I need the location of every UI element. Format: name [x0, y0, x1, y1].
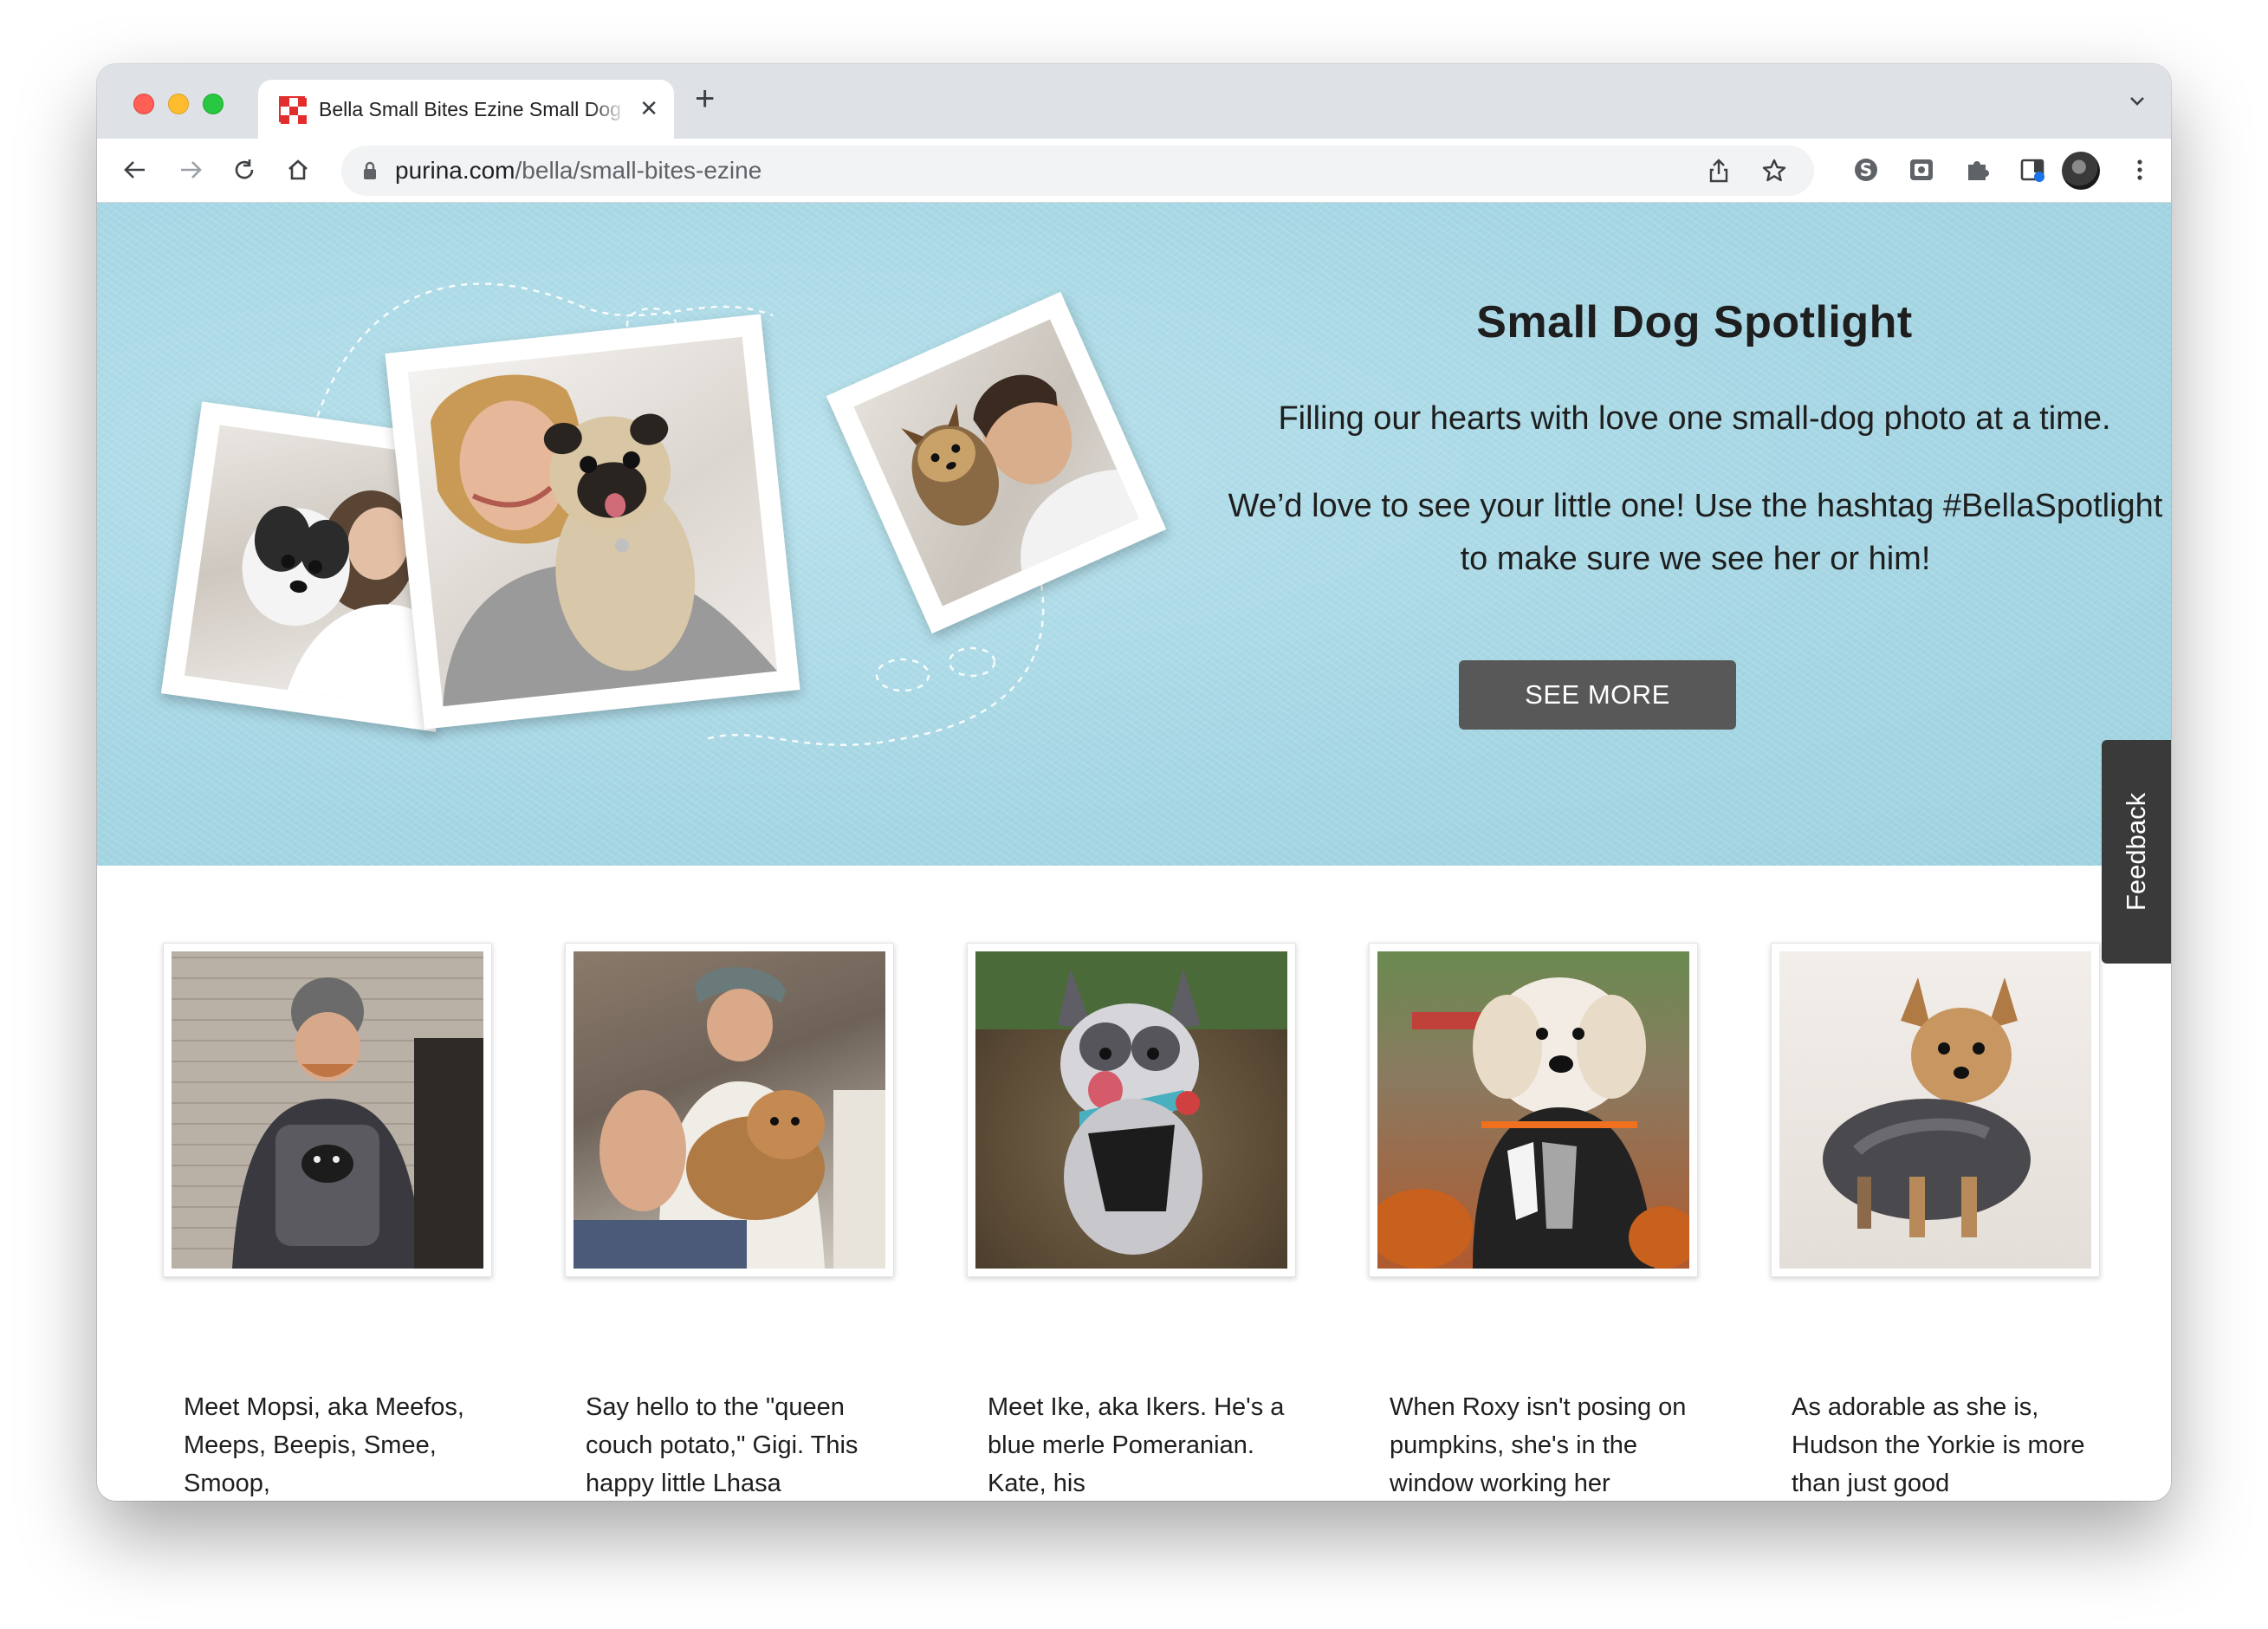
- dog-card-caption: Meet Ike, aka Ikers. He's a blue merle P…: [988, 1393, 1285, 1497]
- tab-title: Bella Small Bites Ezine Small Dog: [319, 97, 621, 120]
- extensions-puzzle-icon[interactable]: [1961, 154, 1993, 185]
- dog-card-photo[interactable]: [565, 943, 894, 1277]
- spotlight-subtitle: Filling our hearts with love one small-d…: [1278, 400, 2111, 437]
- share-icon[interactable]: [1703, 155, 1734, 186]
- browser-window: Bella Small Bites Ezine Small Dog ✕ + pu…: [97, 64, 2171, 1501]
- maximize-window-button[interactable]: [203, 94, 224, 114]
- url-path: /bella/small-bites-ezine: [515, 157, 762, 184]
- feedback-label: Feedback: [2121, 792, 2152, 912]
- tab-search-chevron-icon[interactable]: [2126, 90, 2148, 113]
- tab-strip: Bella Small Bites Ezine Small Dog ✕ +: [97, 64, 2171, 139]
- home-icon[interactable]: [282, 154, 314, 185]
- hudson-photo: [1823, 977, 2031, 1237]
- bookmark-star-icon[interactable]: [1759, 155, 1790, 186]
- svg-text:S: S: [1860, 159, 1872, 180]
- dog-card-photo[interactable]: [163, 943, 492, 1277]
- dog-card-caption: As adorable as she is, Hudson the Yorkie…: [1792, 1393, 2085, 1497]
- purina-checkerboard-icon: [279, 96, 307, 124]
- dog-card-photo[interactable]: [1771, 943, 2100, 1277]
- minimize-window-button[interactable]: [168, 94, 189, 114]
- reading-list-icon[interactable]: [2017, 154, 2048, 185]
- woman-and-pug-photo: [430, 374, 778, 707]
- url-domain: purina.com: [395, 157, 515, 184]
- dog-card-caption: When Roxy isn't posing on pumpkins, she'…: [1390, 1393, 1687, 1497]
- dog-card-caption: Say hello to the "queen couch potato," G…: [586, 1393, 859, 1497]
- tab-active[interactable]: Bella Small Bites Ezine Small Dog ✕: [258, 80, 674, 139]
- dog-card-photo[interactable]: [967, 943, 1296, 1277]
- reload-icon[interactable]: [229, 154, 260, 185]
- spotlight-body-text: We’d love to see your little one! Use th…: [1228, 488, 2163, 577]
- url-text: purina.com/bella/small-bites-ezine: [395, 157, 761, 185]
- photo-polaroid-center: [385, 314, 800, 730]
- ike-photo: [975, 951, 1287, 1255]
- mopsi-photo: [232, 977, 483, 1269]
- spotlight-title: Small Dog Spotlight: [1476, 297, 1913, 347]
- profile-avatar[interactable]: [2062, 152, 2100, 190]
- address-bar[interactable]: purina.com/bella/small-bites-ezine: [341, 146, 1814, 196]
- close-window-button[interactable]: [133, 94, 154, 114]
- tab-close-icon[interactable]: ✕: [639, 97, 658, 120]
- dog-card-photo[interactable]: [1369, 943, 1698, 1277]
- dog-card-caption: Meet Mopsi, aka Meefos, Meeps, Beepis, S…: [184, 1393, 464, 1497]
- media-extension-icon[interactable]: [1906, 154, 1937, 185]
- see-more-button[interactable]: SEE MORE: [1459, 660, 1736, 730]
- feedback-tab[interactable]: Feedback: [2102, 740, 2171, 964]
- browser-toolbar: purina.com/bella/small-bites-ezine S: [97, 139, 2171, 203]
- skype-extension-icon[interactable]: S: [1850, 154, 1882, 185]
- lock-icon[interactable]: [362, 160, 378, 181]
- gigi-photo: [573, 967, 885, 1269]
- roxy-photo: [1377, 977, 1689, 1269]
- new-tab-plus-icon[interactable]: +: [695, 81, 715, 116]
- forward-arrow-icon[interactable]: [175, 154, 206, 185]
- browser-menu-kebab-icon[interactable]: [2124, 154, 2155, 185]
- web-page: Small Dog Spotlight Filling our hearts w…: [97, 203, 2171, 1501]
- back-arrow-icon[interactable]: [120, 154, 151, 185]
- spotlight-hero: Small Dog Spotlight Filling our hearts w…: [97, 203, 2171, 866]
